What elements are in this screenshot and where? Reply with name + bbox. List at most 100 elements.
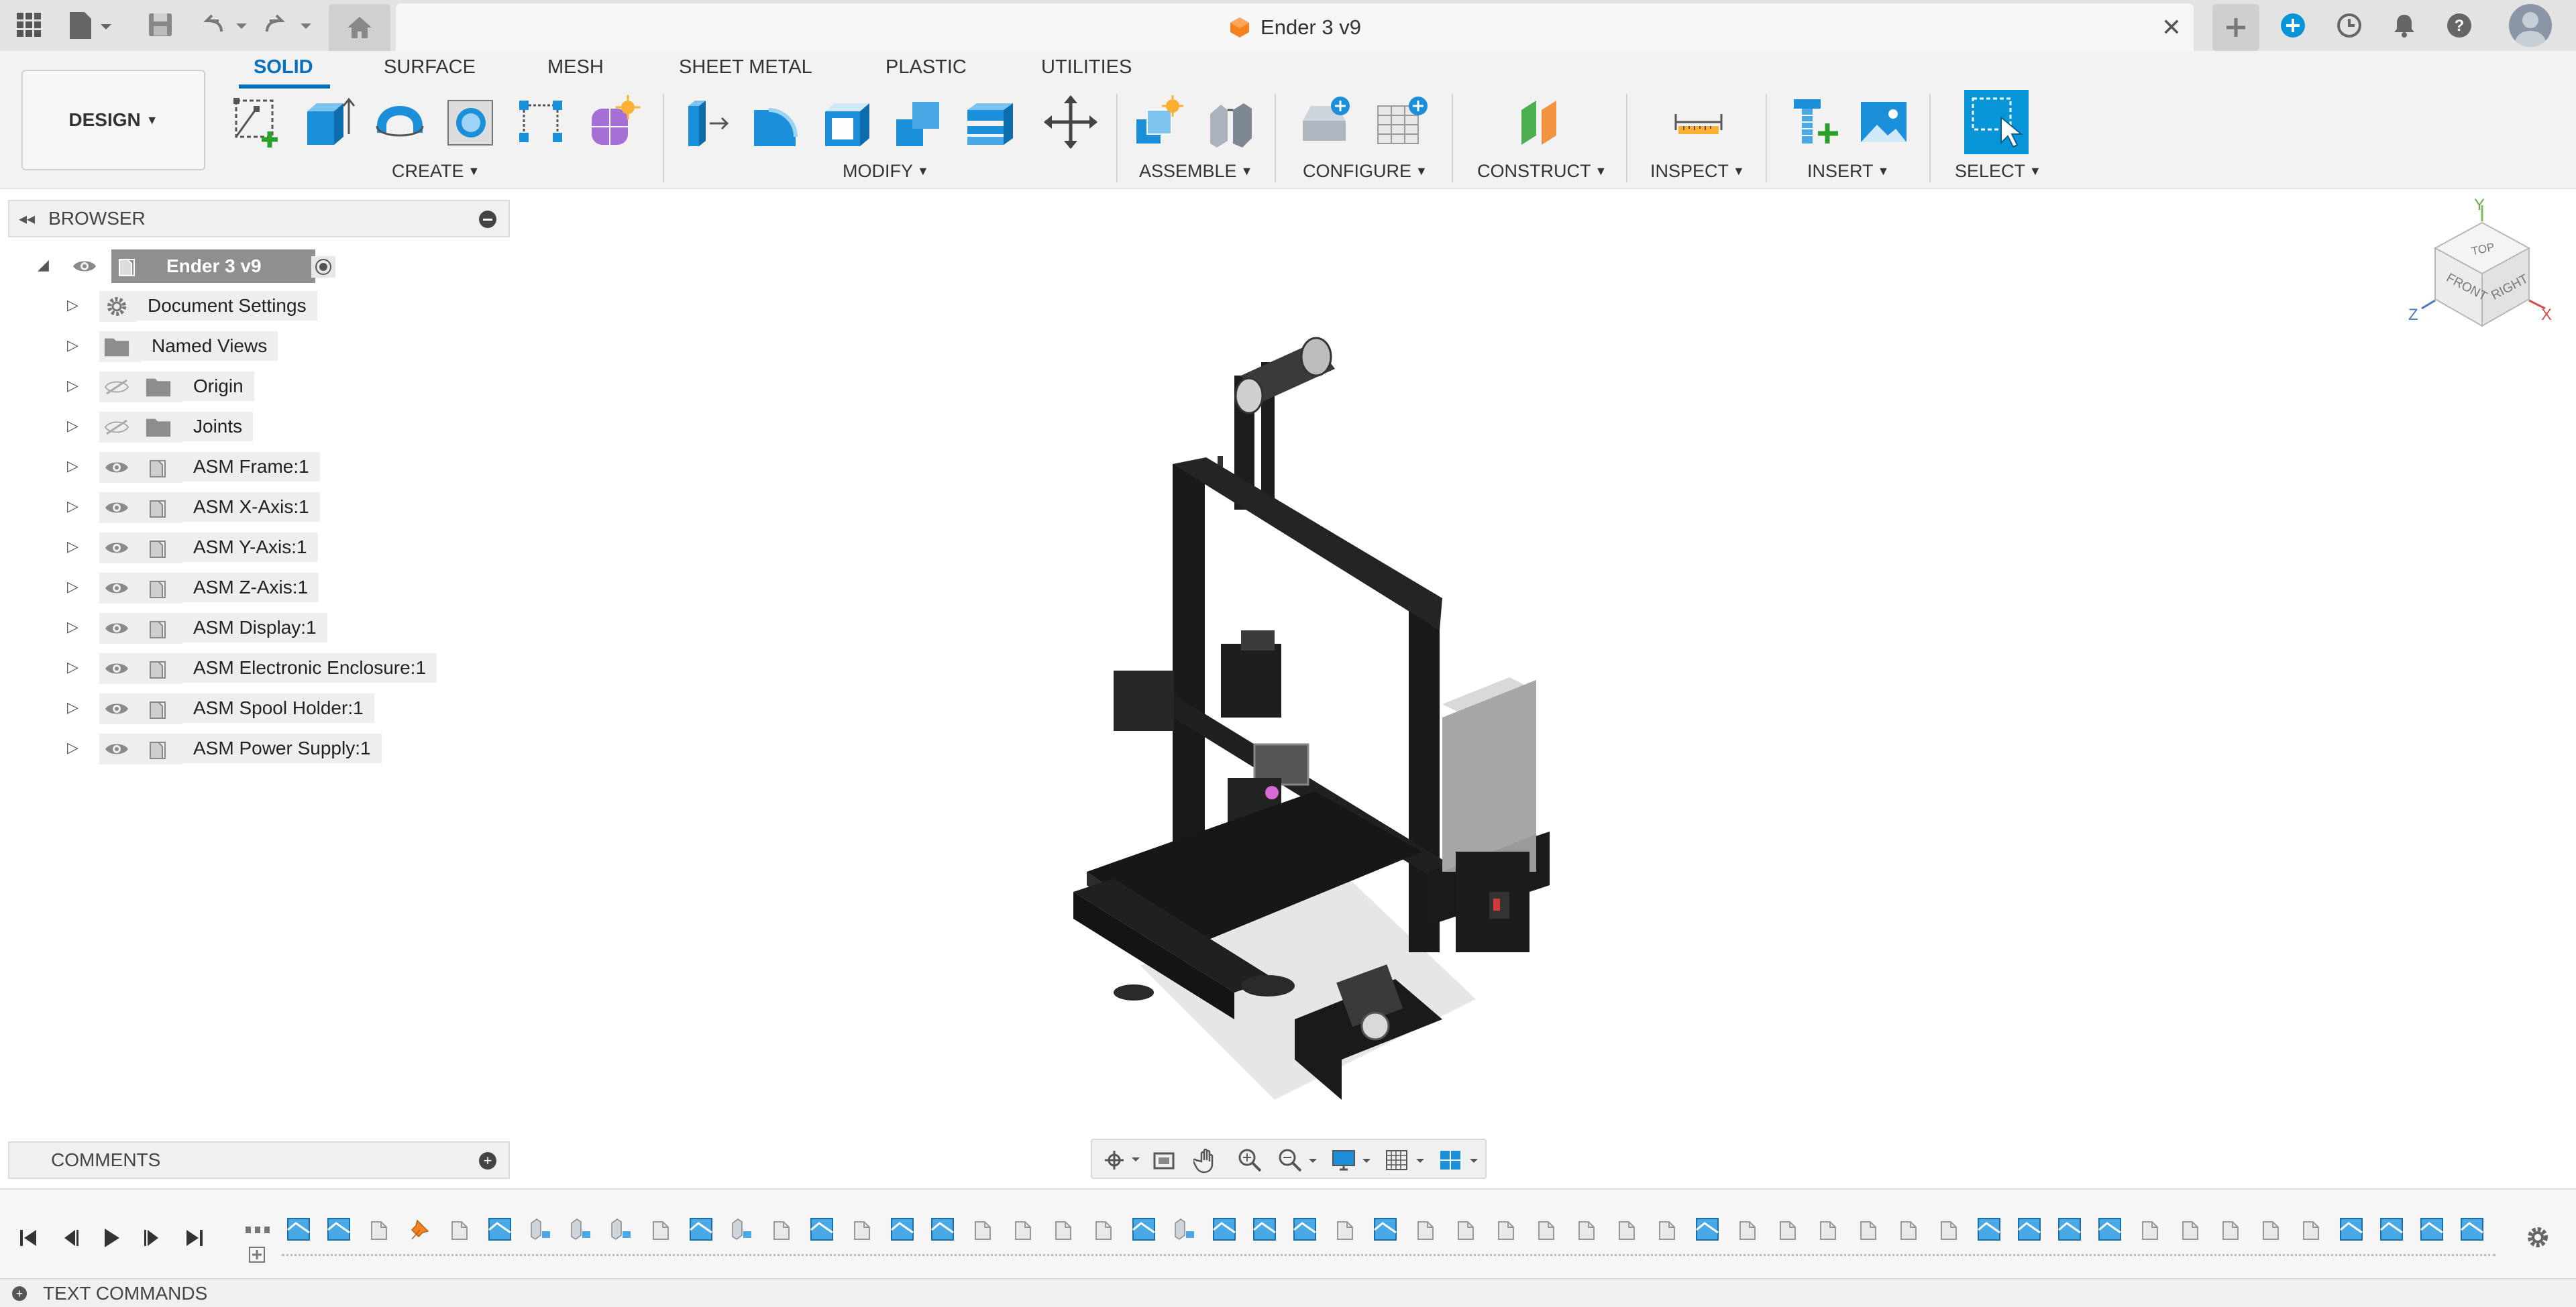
expand-caret-icon[interactable]: ▷ xyxy=(67,699,78,716)
timeline-next-icon[interactable] xyxy=(140,1225,166,1251)
close-tab-icon[interactable]: ✕ xyxy=(2161,15,2182,40)
expand-caret-icon[interactable]: ▷ xyxy=(67,457,78,475)
timeline-extrude-feature-icon[interactable] xyxy=(2057,1216,2082,1242)
timeline-extrude-feature-icon[interactable] xyxy=(1695,1216,1720,1242)
timeline-extrude-feature-icon[interactable] xyxy=(688,1216,714,1242)
timeline-component-icon[interactable] xyxy=(1815,1216,1841,1242)
timeline-component-icon[interactable] xyxy=(2218,1216,2243,1242)
timeline-first-icon[interactable] xyxy=(15,1225,42,1251)
help-icon[interactable]: ? xyxy=(2445,11,2474,40)
expand-caret-icon[interactable]: ▷ xyxy=(67,618,78,636)
tab-plastic[interactable]: PLASTIC xyxy=(885,56,967,78)
file-menu-icon[interactable] xyxy=(67,8,114,42)
insert-canvas-icon[interactable] xyxy=(1856,91,1912,153)
timeline-component-icon[interactable] xyxy=(1534,1216,1559,1242)
expand-text-commands-icon[interactable]: + xyxy=(12,1286,27,1301)
timeline-extrude-feature-icon[interactable] xyxy=(487,1216,513,1242)
viewport-canvas[interactable] xyxy=(517,194,2569,1133)
minimize-icon[interactable] xyxy=(479,211,496,228)
construct-menu[interactable]: CONSTRUCT ▼ xyxy=(1477,161,1607,182)
timeline-component-icon[interactable] xyxy=(1413,1216,1438,1242)
select-menu[interactable]: SELECT ▼ xyxy=(1955,161,2041,182)
expanded-caret-icon[interactable]: ◢ xyxy=(38,256,49,274)
press-pull-icon[interactable] xyxy=(678,91,734,153)
timeline-extrude-feature-icon[interactable] xyxy=(1292,1216,1318,1242)
look-at-icon[interactable] xyxy=(1147,1145,1181,1175)
save-icon[interactable] xyxy=(144,8,177,42)
timeline-component-icon[interactable] xyxy=(769,1216,794,1242)
tab-mesh[interactable]: MESH xyxy=(547,56,604,78)
timeline-component-icon[interactable] xyxy=(447,1216,472,1242)
expand-caret-icon[interactable]: ▷ xyxy=(67,538,78,555)
timeline-previous-icon[interactable] xyxy=(56,1225,83,1251)
insert-mcmaster-icon[interactable] xyxy=(1787,91,1843,153)
expand-caret-icon[interactable]: ▷ xyxy=(67,578,78,595)
timeline-joint-icon[interactable] xyxy=(568,1216,593,1242)
tab-sheet-metal[interactable]: SHEET METAL xyxy=(679,56,812,78)
timeline-component-icon[interactable] xyxy=(2178,1216,2203,1242)
expand-caret-icon[interactable]: ▷ xyxy=(67,739,78,756)
timeline-component-icon[interactable] xyxy=(1936,1216,1962,1242)
comments-panel[interactable]: COMMENTS + xyxy=(8,1141,510,1179)
user-avatar[interactable] xyxy=(2509,4,2552,47)
timeline-add-icon[interactable] xyxy=(247,1245,267,1265)
expand-caret-icon[interactable]: ▷ xyxy=(67,659,78,676)
expand-caret-icon[interactable]: ▷ xyxy=(67,377,78,394)
timeline-play-icon[interactable] xyxy=(98,1225,125,1251)
timeline-extrude-feature-icon[interactable] xyxy=(809,1216,835,1242)
active-radio-icon[interactable] xyxy=(311,256,335,278)
timeline-component-icon[interactable] xyxy=(849,1216,875,1242)
fillet-icon[interactable] xyxy=(749,91,805,153)
timeline-extrude-feature-icon[interactable] xyxy=(286,1216,311,1242)
display-settings-icon[interactable] xyxy=(1328,1145,1375,1175)
undo-icon[interactable] xyxy=(199,8,252,42)
timeline-joint-icon[interactable] xyxy=(1171,1216,1197,1242)
visibility-eye-icon[interactable] xyxy=(103,739,130,759)
combine-icon[interactable] xyxy=(891,91,947,153)
timeline-joint-icon[interactable] xyxy=(608,1216,633,1242)
configure-design-icon[interactable] xyxy=(1295,91,1356,153)
visibility-eye-icon[interactable] xyxy=(103,498,130,518)
insert-menu[interactable]: INSERT ▼ xyxy=(1807,161,1889,182)
home-icon[interactable] xyxy=(329,4,390,51)
timeline-component-icon[interactable] xyxy=(2137,1216,2163,1242)
timeline-extrude-feature-icon[interactable] xyxy=(2017,1216,2042,1242)
timeline-extrude-feature-icon[interactable] xyxy=(1373,1216,1398,1242)
shell-icon[interactable] xyxy=(820,91,876,153)
timeline-component-icon[interactable] xyxy=(2298,1216,2324,1242)
apps-grid-icon[interactable] xyxy=(13,9,44,40)
offset-face-icon[interactable] xyxy=(962,91,1018,153)
hole-icon[interactable] xyxy=(443,91,499,153)
timeline-extrude-feature-icon[interactable] xyxy=(2459,1216,2485,1242)
pan-hand-icon[interactable] xyxy=(1190,1145,1224,1175)
assemble-menu[interactable]: ASSEMBLE ▼ xyxy=(1139,161,1252,182)
timeline-pin-icon[interactable] xyxy=(407,1216,432,1242)
create-sketch-icon[interactable] xyxy=(229,91,286,153)
redo-icon[interactable] xyxy=(263,8,317,42)
create-form-icon[interactable] xyxy=(585,91,641,153)
timeline-component-icon[interactable] xyxy=(1010,1216,1036,1242)
add-comment-icon[interactable]: + xyxy=(479,1152,496,1170)
visibility-eye-icon[interactable] xyxy=(103,377,130,397)
view-cube[interactable]: TOP FRONT RIGHT Y X Z xyxy=(2408,196,2556,349)
grid-settings-icon[interactable] xyxy=(1382,1145,1429,1175)
timeline-extrude-feature-icon[interactable] xyxy=(1212,1216,1237,1242)
timeline-extrude-feature-icon[interactable] xyxy=(2097,1216,2123,1242)
expand-caret-icon[interactable]: ▷ xyxy=(67,498,78,515)
offset-plane-icon[interactable] xyxy=(1509,91,1571,153)
timeline-extrude-feature-icon[interactable] xyxy=(930,1216,955,1242)
move-copy-icon[interactable] xyxy=(1040,91,1102,153)
timeline-component-icon[interactable] xyxy=(1091,1216,1116,1242)
timeline-extrude-feature-icon[interactable] xyxy=(1976,1216,2002,1242)
visibility-eye-icon[interactable] xyxy=(103,538,130,558)
revolve-icon[interactable] xyxy=(372,91,428,153)
create-menu[interactable]: CREATE ▼ xyxy=(392,161,480,182)
viewports-icon[interactable] xyxy=(1436,1145,1483,1175)
inspect-menu[interactable]: INSPECT ▼ xyxy=(1650,161,1745,182)
timeline-component-icon[interactable] xyxy=(1332,1216,1358,1242)
timeline-component-icon[interactable] xyxy=(1453,1216,1479,1242)
modify-menu[interactable]: MODIFY ▼ xyxy=(843,161,929,182)
timeline-extrude-feature-icon[interactable] xyxy=(1252,1216,1277,1242)
timeline-joint-icon[interactable] xyxy=(527,1216,553,1242)
visibility-eye-icon[interactable] xyxy=(103,618,130,638)
